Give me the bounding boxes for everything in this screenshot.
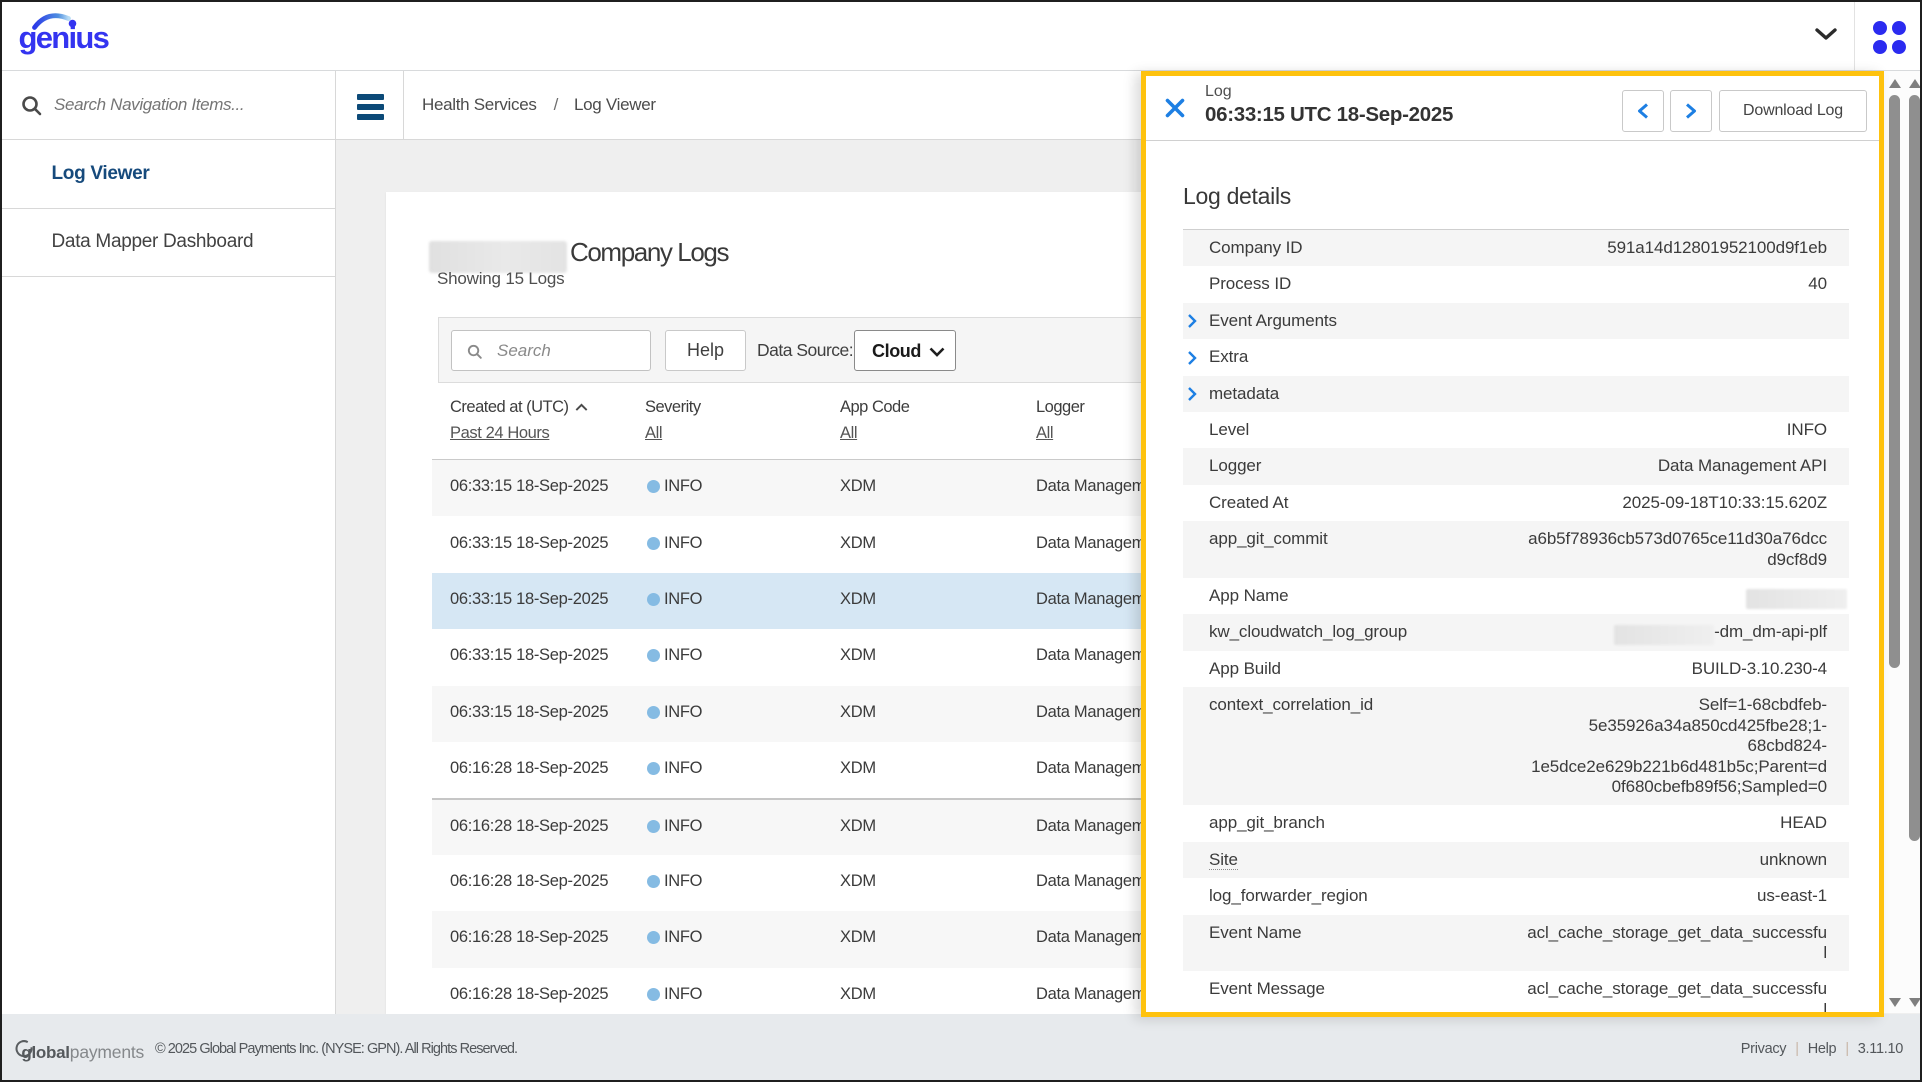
svg-text:payments: payments — [70, 1042, 145, 1062]
svg-text:global: global — [21, 1043, 69, 1062]
svg-text:genius: genius — [19, 20, 109, 55]
